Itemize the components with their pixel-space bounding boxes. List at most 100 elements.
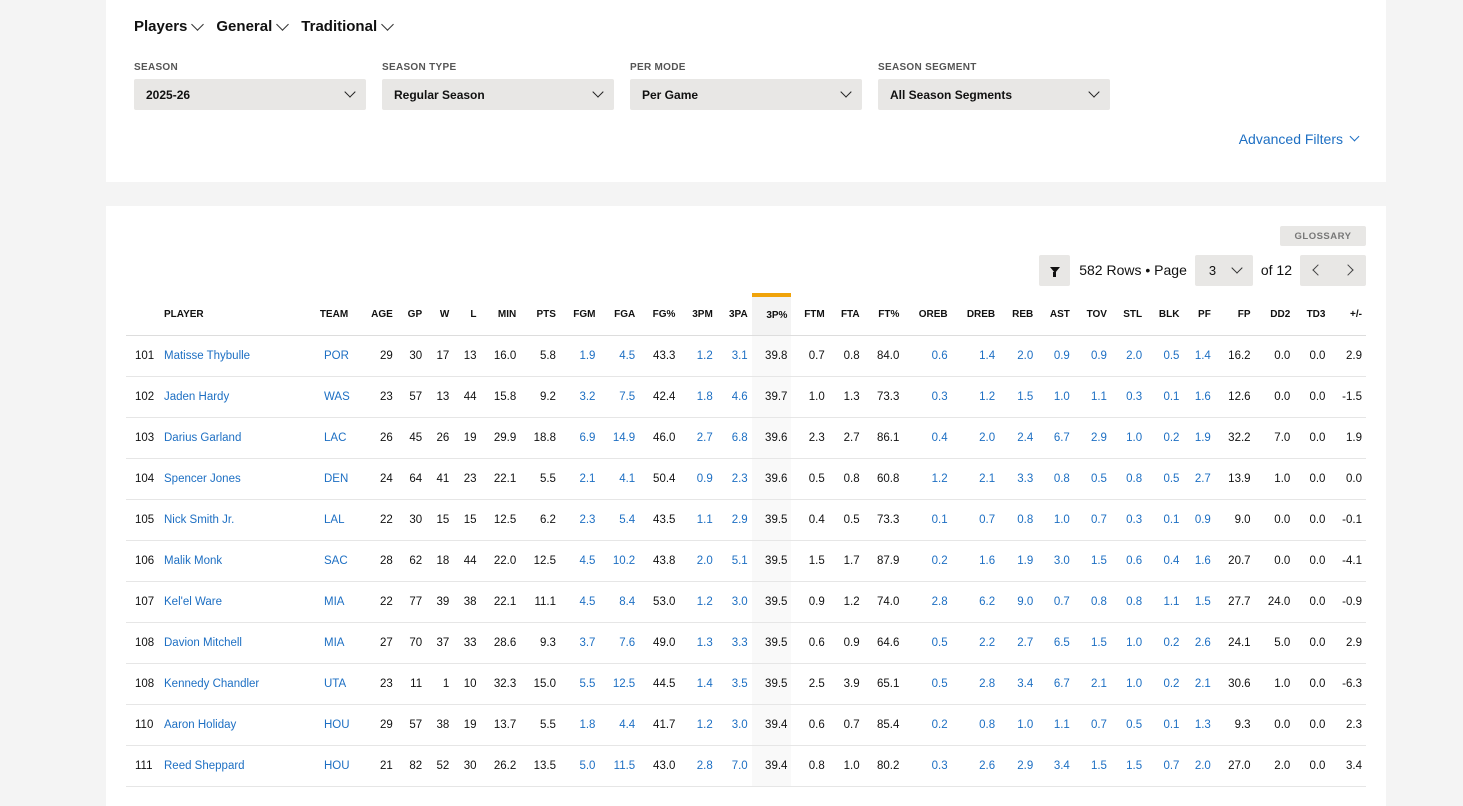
fga-cell[interactable]: 11.5: [599, 745, 640, 787]
dreb-cell[interactable]: 0.8: [951, 704, 1000, 746]
oreb-cell[interactable]: 0.5: [903, 622, 952, 664]
header-reb[interactable]: REB: [999, 295, 1038, 336]
ast-cell[interactable]: 1.0: [1037, 499, 1074, 541]
per-mode-select[interactable]: Per Game: [630, 79, 862, 110]
fga-cell[interactable]: 14.9: [599, 417, 640, 459]
reb-cell[interactable]: 0.8: [999, 499, 1038, 541]
pf-cell[interactable]: 2.6: [1183, 622, 1215, 664]
tov-cell[interactable]: 1.5: [1073, 745, 1111, 787]
tpa-cell[interactable]: 7.0: [716, 745, 752, 787]
tov-cell[interactable]: 0.5: [1073, 458, 1111, 500]
ast-cell[interactable]: 3.4: [1037, 745, 1074, 787]
reb-cell[interactable]: 1.9: [999, 540, 1038, 582]
header-tpm[interactable]: 3PM: [679, 295, 717, 336]
team-cell[interactable]: MIA: [310, 622, 358, 664]
header-td3[interactable]: TD3: [1294, 295, 1330, 336]
reb-cell[interactable]: 2.9: [999, 745, 1038, 787]
blk-cell[interactable]: 0.1: [1146, 499, 1184, 541]
header-player[interactable]: PLAYER: [160, 295, 310, 336]
player-cell[interactable]: Nick Smith Jr.: [160, 499, 310, 541]
tov-cell[interactable]: 0.7: [1073, 499, 1111, 541]
tpa-cell[interactable]: 4.6: [716, 376, 752, 418]
dreb-cell[interactable]: 2.8: [951, 663, 1000, 705]
blk-cell[interactable]: 0.2: [1146, 417, 1184, 459]
header-oreb[interactable]: OREB: [903, 295, 952, 336]
ast-cell[interactable]: 3.0: [1037, 540, 1074, 582]
player-cell[interactable]: Reed Sheppard: [160, 745, 310, 787]
dreb-cell[interactable]: 1.2: [951, 376, 1000, 418]
tpm-cell[interactable]: 0.9: [679, 458, 717, 500]
header-l[interactable]: L: [453, 295, 481, 336]
reb-cell[interactable]: 9.0: [999, 581, 1038, 623]
blk-cell[interactable]: 0.4: [1146, 540, 1184, 582]
ast-cell[interactable]: 6.7: [1037, 417, 1074, 459]
season-type-select[interactable]: Regular Season: [382, 79, 614, 110]
ast-cell[interactable]: 0.8: [1037, 458, 1074, 500]
header-ast[interactable]: AST: [1037, 295, 1074, 336]
header-team[interactable]: TEAM: [310, 295, 358, 336]
tpm-cell[interactable]: 1.4: [679, 663, 717, 705]
fgm-cell[interactable]: 4.5: [559, 540, 600, 582]
header-gp[interactable]: GP: [396, 295, 427, 336]
team-cell[interactable]: LAL: [310, 499, 358, 541]
fga-cell[interactable]: 4.5: [599, 335, 640, 377]
fgm-cell[interactable]: 6.9: [559, 417, 600, 459]
general-dropdown[interactable]: General: [216, 17, 290, 35]
glossary-button[interactable]: GLOSSARY: [1280, 226, 1366, 246]
player-cell[interactable]: Aaron Holiday: [160, 704, 310, 746]
dreb-cell[interactable]: 1.4: [951, 335, 1000, 377]
fgm-cell[interactable]: 5.0: [559, 745, 600, 787]
traditional-dropdown[interactable]: Traditional: [301, 17, 394, 35]
team-cell[interactable]: UTA: [310, 663, 358, 705]
blk-cell[interactable]: 0.2: [1146, 663, 1184, 705]
pf-cell[interactable]: 1.6: [1183, 376, 1215, 418]
blk-cell[interactable]: 0.2: [1146, 622, 1184, 664]
player-cell[interactable]: Matisse Thybulle: [160, 335, 310, 377]
header-fgm[interactable]: FGM: [559, 295, 600, 336]
tpm-cell[interactable]: 1.8: [679, 376, 717, 418]
oreb-cell[interactable]: 1.2: [903, 458, 952, 500]
ast-cell[interactable]: 0.7: [1037, 581, 1074, 623]
dreb-cell[interactable]: 0.7: [951, 499, 1000, 541]
fgm-cell[interactable]: 4.5: [559, 581, 600, 623]
reb-cell[interactable]: 2.4: [999, 417, 1038, 459]
oreb-cell[interactable]: 0.2: [903, 540, 952, 582]
tpm-cell[interactable]: 1.2: [679, 581, 717, 623]
stl-cell[interactable]: 1.0: [1110, 417, 1147, 459]
player-cell[interactable]: Jaden Hardy: [160, 376, 310, 418]
tpa-cell[interactable]: 5.1: [716, 540, 752, 582]
header-tpp[interactable]: 3P%: [751, 293, 792, 336]
fga-cell[interactable]: 5.4: [599, 499, 640, 541]
pf-cell[interactable]: 1.5: [1183, 581, 1215, 623]
reb-cell[interactable]: 3.3: [999, 458, 1038, 500]
pf-cell[interactable]: 1.6: [1183, 540, 1215, 582]
dreb-cell[interactable]: 1.6: [951, 540, 1000, 582]
player-cell[interactable]: Spencer Jones: [160, 458, 310, 500]
header-fga[interactable]: FGA: [599, 295, 640, 336]
header-tpa[interactable]: 3PA: [716, 295, 752, 336]
stl-cell[interactable]: 2.0: [1110, 335, 1147, 377]
header-age[interactable]: AGE: [358, 295, 397, 336]
blk-cell[interactable]: 0.5: [1146, 458, 1184, 500]
ast-cell[interactable]: 1.0: [1037, 376, 1074, 418]
header-ftp[interactable]: FT%: [863, 295, 904, 336]
dreb-cell[interactable]: 2.2: [951, 622, 1000, 664]
tpa-cell[interactable]: 2.3: [716, 458, 752, 500]
ast-cell[interactable]: 6.7: [1037, 663, 1074, 705]
oreb-cell[interactable]: 0.2: [903, 704, 952, 746]
fgm-cell[interactable]: 1.9: [559, 335, 600, 377]
oreb-cell[interactable]: 2.8: [903, 581, 952, 623]
header-min[interactable]: MIN: [480, 295, 521, 336]
pf-cell[interactable]: 2.7: [1183, 458, 1215, 500]
tpm-cell[interactable]: 1.2: [679, 335, 717, 377]
tpm-cell[interactable]: 2.7: [679, 417, 717, 459]
header-pm[interactable]: +/-: [1329, 295, 1366, 336]
stl-cell[interactable]: 0.5: [1110, 704, 1147, 746]
tov-cell[interactable]: 1.1: [1073, 376, 1111, 418]
player-cell[interactable]: Kel'el Ware: [160, 581, 310, 623]
tpa-cell[interactable]: 3.1: [716, 335, 752, 377]
fga-cell[interactable]: 4.1: [599, 458, 640, 500]
player-cell[interactable]: Darius Garland: [160, 417, 310, 459]
team-cell[interactable]: SAC: [310, 540, 358, 582]
header-dd2[interactable]: DD2: [1254, 295, 1295, 336]
